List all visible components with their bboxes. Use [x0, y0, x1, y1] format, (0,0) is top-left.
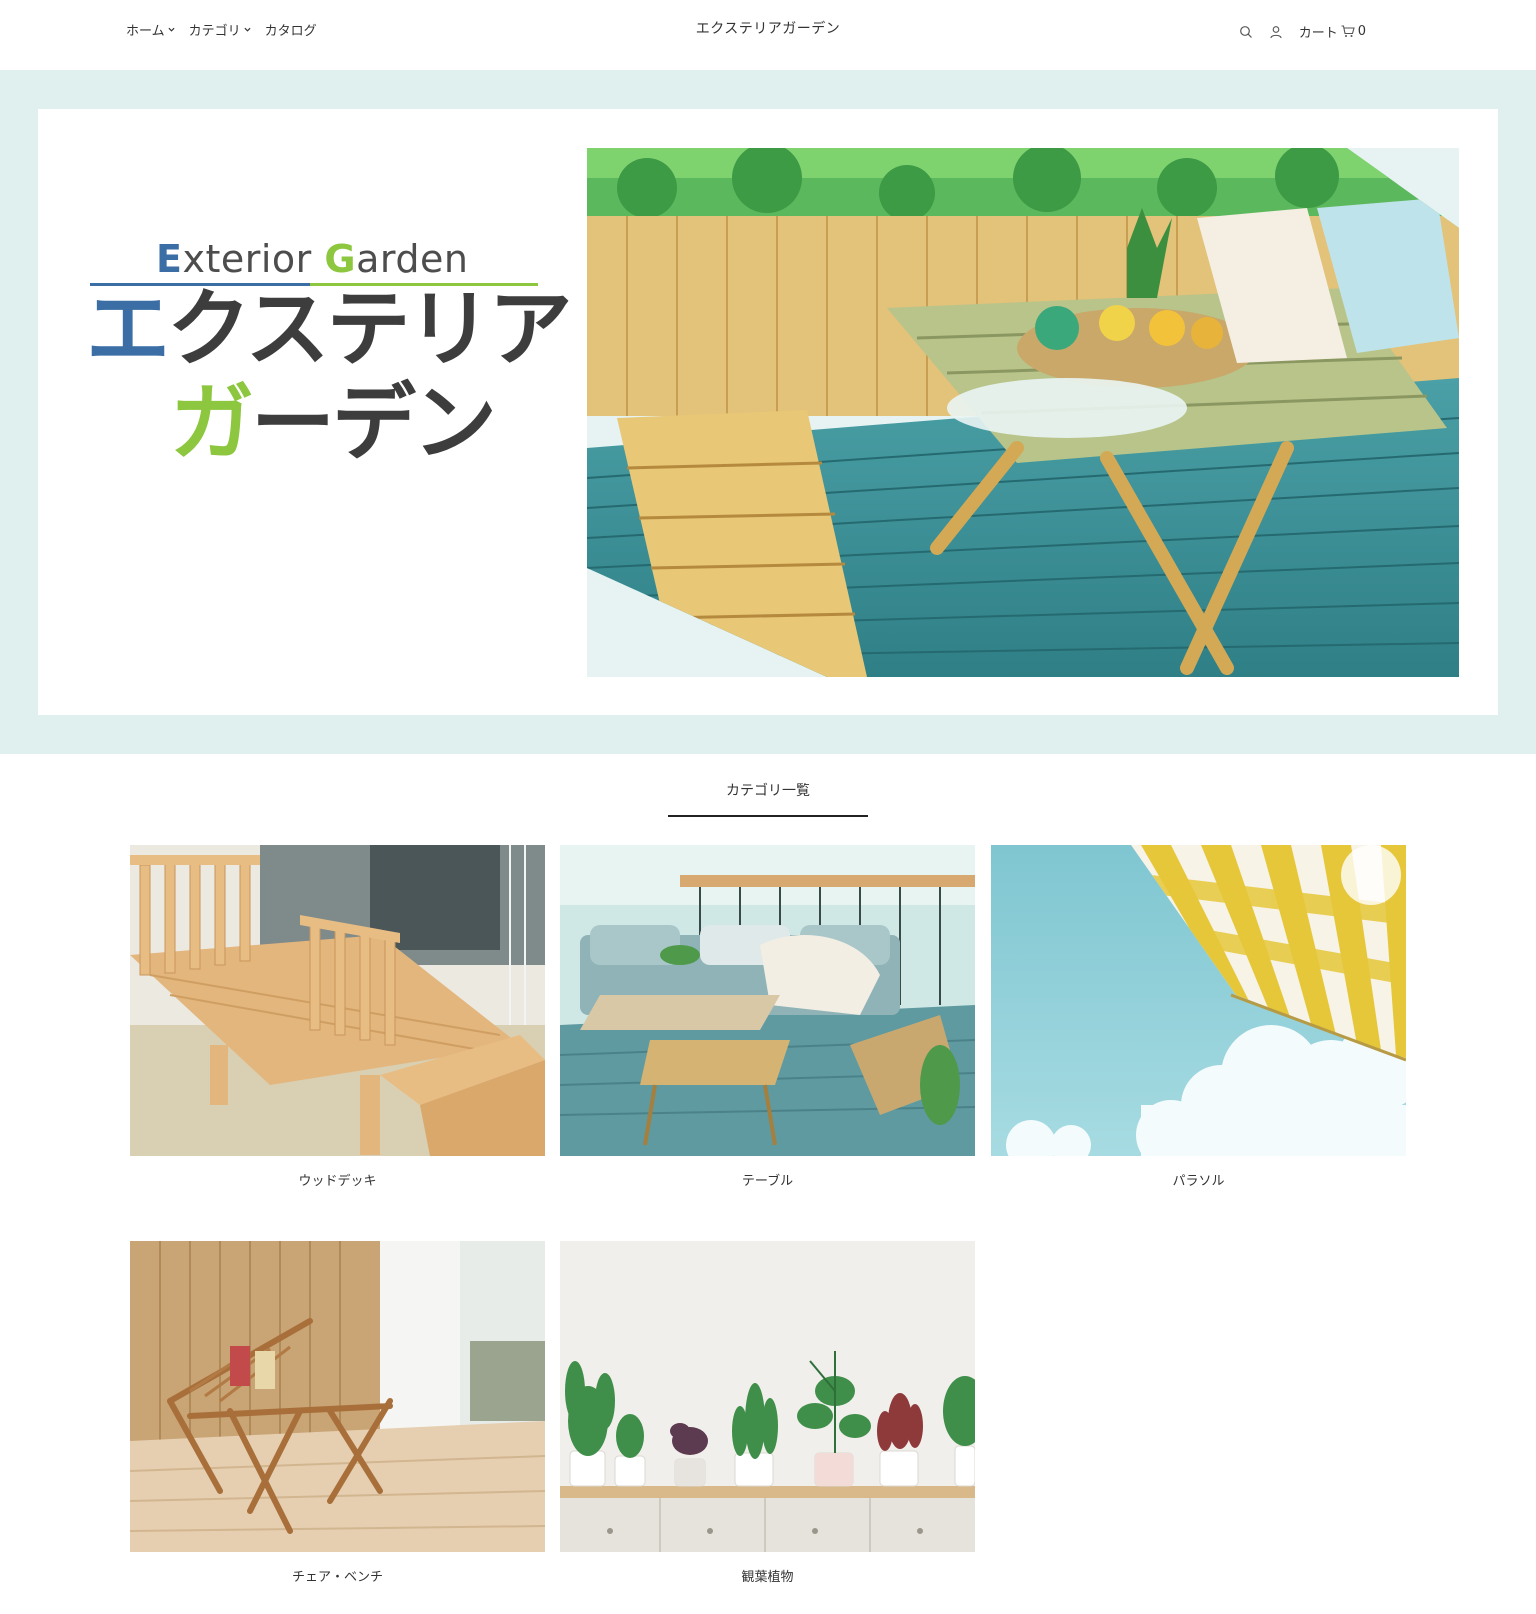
cart-count: 0 — [1357, 24, 1366, 39]
hero-banner: Exterior Garden エクステリア ガーデン — [0, 70, 1536, 754]
cart-link[interactable]: カート 0 — [1299, 22, 1366, 41]
logo-japanese-line1: エクステリア — [86, 280, 573, 378]
hero-image — [587, 148, 1459, 677]
category-image-parasol[interactable] — [991, 845, 1406, 1156]
category-tile-parasol[interactable]: パラソル — [991, 845, 1406, 1189]
category-image-houseplants[interactable] — [560, 1241, 975, 1552]
logo-japanese-line2: ガーデン — [170, 374, 497, 472]
user-icon[interactable] — [1269, 25, 1283, 39]
category-tile-wood-deck[interactable]: ウッドデッキ — [130, 845, 545, 1189]
category-tile-table[interactable]: テーブル — [560, 845, 975, 1189]
site-header: ホーム カテゴリ カタログ エクステリアガーデン カート 0 — [0, 0, 1536, 70]
category-label[interactable]: パラソル — [991, 1170, 1406, 1189]
category-heading: カテゴリ一覧 — [726, 783, 810, 799]
category-label[interactable]: ウッドデッキ — [130, 1170, 545, 1189]
category-label[interactable]: チェア・ベンチ — [130, 1566, 545, 1585]
logo-english: Exterior Garden — [156, 237, 469, 281]
category-heading-underline — [668, 815, 868, 817]
category-tile-houseplants[interactable]: 観葉植物 — [560, 1241, 975, 1585]
brand-logo: Exterior Garden エクステリア ガーデン — [86, 231, 573, 481]
hero-card: Exterior Garden エクステリア ガーデン — [38, 109, 1498, 715]
category-image-table[interactable] — [560, 845, 975, 1156]
cart-label: カート — [1298, 26, 1338, 41]
category-image-chair-bench[interactable] — [130, 1241, 545, 1552]
cart-icon — [1341, 25, 1355, 37]
category-tile-chair-bench[interactable]: チェア・ベンチ — [130, 1241, 545, 1585]
category-label[interactable]: 観葉植物 — [560, 1566, 975, 1585]
header-actions: カート 0 — [1239, 22, 1366, 41]
category-label[interactable]: テーブル — [560, 1170, 975, 1189]
category-image-wood-deck[interactable] — [130, 845, 545, 1156]
search-icon[interactable] — [1239, 25, 1253, 39]
patio-deck-illustration — [587, 148, 1459, 677]
